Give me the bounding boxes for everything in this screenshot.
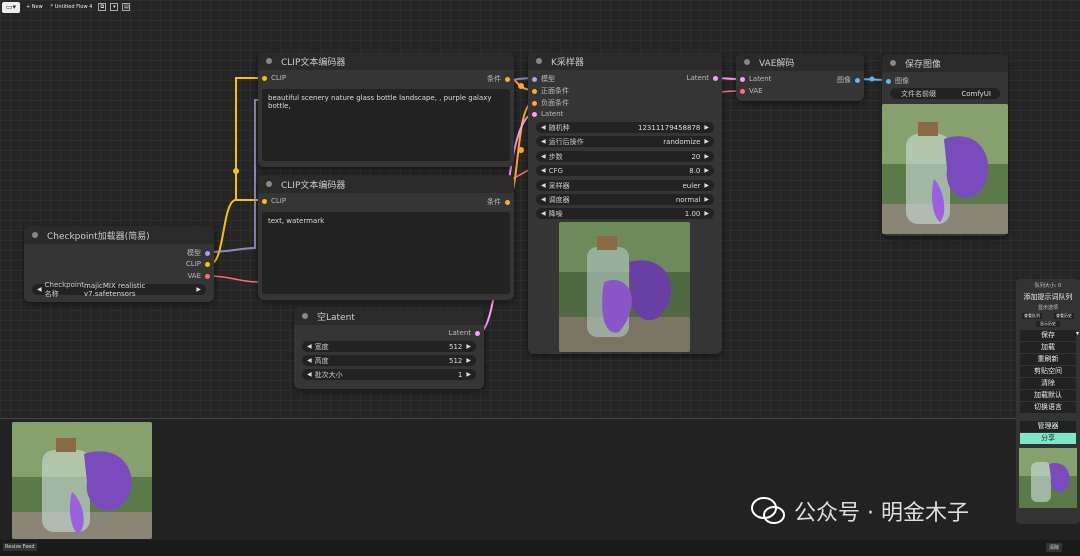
switch-language-button[interactable]: 切换语言 [1020,402,1076,413]
positive-input-slot[interactable]: 正面条件 [532,86,569,96]
wechat-icon [751,497,785,524]
node-header[interactable]: 保存图像 [882,54,1008,72]
node-header[interactable]: CLIP文本编码器 [258,52,514,70]
share-button[interactable]: 分享 [1020,433,1076,444]
folder-menu-button[interactable]: ▭▾ [2,1,20,13]
steps-widget[interactable]: ◀ 步数 20 ▶ [536,151,714,162]
node-header[interactable]: VAE解码 [736,53,864,71]
cfg-widget[interactable]: ◀ CFG 8.0 ▶ [536,165,714,176]
clipspace-button[interactable]: 剪贴空间 [1020,366,1076,377]
node-header[interactable]: 空Latent [294,307,484,325]
node-title: 保存图像 [905,59,942,70]
empty-latent-node[interactable]: 空Latent Latent ◀ 宽度 512 ▶ ◀ 高度 512 ▶ ◀ 批次大小 1 ▶ [294,307,484,389]
watermark: 公众号 · 明金木子 [750,495,969,527]
vae-input-slot[interactable]: VAE [740,87,763,95]
latent-input-slot[interactable]: Latent [532,110,563,118]
vae-output-slot[interactable]: VAE [187,272,210,280]
prompt-textarea[interactable]: beautiful scenery nature glass bottle la… [262,89,510,161]
latent-output-slot[interactable]: Latent [687,74,718,82]
vae-decode-node[interactable]: VAE解码 Latent VAE 图像 [736,53,864,101]
resize-feed-button[interactable]: Resize Feed [3,543,37,551]
load-button[interactable]: 加载 [1020,342,1076,353]
negative-prompt-textarea[interactable]: text, watermark [262,212,510,294]
denoise-widget[interactable]: ◀ 降噪 1.00 ▶ [536,208,714,219]
node-title: VAE解码 [759,58,795,69]
image-input-slot[interactable]: 图像 [886,76,909,86]
checkpoint-name-combo[interactable]: ◀ Checkpoint名称 majicMIX realistic v7.saf… [32,281,206,298]
status-bar: Resize Feed 清除 [0,540,1080,556]
scheduler-widget[interactable]: ◀ 调度器 normal ▶ [536,194,714,205]
save-image-node[interactable]: 保存图像 图像 文件名前缀 ComfyUI [882,54,1008,236]
node-header[interactable]: CLIP文本编码器 [258,175,514,193]
clip-input-slot[interactable]: CLIP [262,197,286,205]
model-input-slot[interactable]: 模型 [532,74,555,84]
node-title: 空Latent [317,312,355,323]
save-icon[interactable]: ▤ [122,3,131,11]
latent-input-slot[interactable]: Latent [740,75,771,83]
node-title: CLIP文本编码器 [281,57,346,68]
image-output-slot[interactable]: 图像 [837,75,860,85]
view-queue-button[interactable]: 查看队列 [1022,313,1042,319]
copy-icon[interactable]: ⧉ [98,3,107,11]
ksampler-node[interactable]: K采样器 模型 正面条件 负面条件 Latent Latent ◀ 随机种 1231… [528,52,722,354]
manager-button[interactable]: 管理器 [1020,421,1076,432]
negative-input-slot[interactable]: 负面条件 [532,98,569,108]
clip-text-encode-negative-node[interactable]: CLIP文本编码器 CLIP 条件 text, watermark [258,175,514,300]
chevron-down-icon[interactable]: ▾ [110,3,119,11]
view-history-button[interactable]: 查看历史 [1054,313,1074,319]
model-output-slot[interactable]: 模型 [187,248,210,258]
side-thumbnail [1019,448,1077,508]
height-widget[interactable]: ◀ 高度 512 ▶ [302,355,476,366]
latent-preview-image [559,222,690,352]
flow-title[interactable]: * Untitled Flow 4 [49,4,95,10]
clip-output-slot[interactable]: CLIP [186,260,210,268]
right-arrow-icon[interactable]: ▶ [196,286,201,293]
queue-size-label: 队列大小: 0 [1034,283,1062,289]
load-default-button[interactable]: 加载默认 [1020,390,1076,401]
control-after-generate-widget[interactable]: ◀ 运行后操作 randomize ▶ [536,136,714,147]
refresh-button[interactable]: 重刷新 [1020,354,1076,365]
filename-prefix-widget[interactable]: 文件名前缀 ComfyUI [890,88,1000,99]
show-history-button[interactable]: 显示历史 [1036,321,1060,327]
chevron-down-icon[interactable]: ▾ [1076,330,1079,337]
batch-size-widget[interactable]: ◀ 批次大小 1 ▶ [302,369,476,380]
clear-button[interactable]: 清除 [1020,378,1076,389]
extra-options-checkbox[interactable]: 显示选项 [1016,304,1080,311]
latent-output-slot[interactable]: Latent [449,329,480,337]
checkpoint-loader-node[interactable]: Checkpoint加载器(简易) 模型 CLIP VAE ◀ Checkpoi… [24,226,214,302]
width-widget[interactable]: ◀ 宽度 512 ▶ [302,341,476,352]
seed-widget[interactable]: ◀ 随机种 12311179458878 ▶ [536,122,714,133]
clip-text-encode-positive-node[interactable]: CLIP文本编码器 CLIP 条件 beautiful scenery natu… [258,52,514,167]
saved-image-preview [882,104,1008,234]
left-arrow-icon[interactable]: ◀ [37,286,42,293]
node-header[interactable]: K采样器 [528,52,722,70]
conditioning-output-slot[interactable]: 条件 [487,197,510,207]
watermark-text: 公众号 · 明金木子 [794,501,969,526]
node-title: Checkpoint加载器(简易) [47,231,150,242]
new-flow-button[interactable]: + New [24,4,45,10]
queue-side-panel: 队列大小: 0 添加提示词队列 显示选项 查看队列 查看历史 显示历史 保存 ▾… [1016,279,1080,524]
node-title: CLIP文本编码器 [281,180,346,191]
feed-image[interactable] [12,422,152,539]
clear-feed-button[interactable]: 清除 [1046,543,1063,552]
clip-input-slot[interactable]: CLIP [262,74,286,82]
top-toolbar: ▭▾ + New * Untitled Flow 4 ⧉ ▾ ▤ [0,0,160,14]
sampler-widget[interactable]: ◀ 采样器 euler ▶ [536,180,714,191]
conditioning-output-slot[interactable]: 条件 [487,74,510,84]
node-header[interactable]: Checkpoint加载器(简易) [24,226,214,244]
save-button[interactable]: 保存 [1020,330,1076,341]
node-title: K采样器 [551,57,584,68]
add-queue-button[interactable]: 添加提示词队列 [1016,292,1080,302]
